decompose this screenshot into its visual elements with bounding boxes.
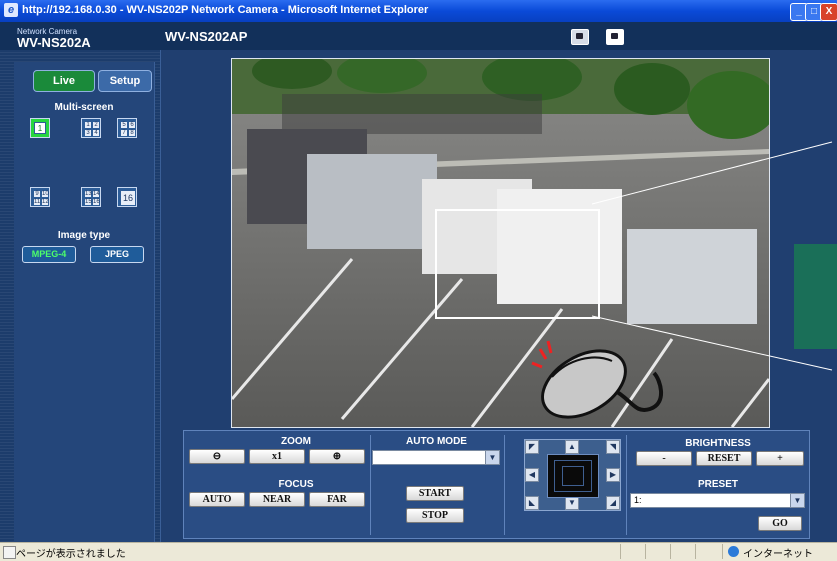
- divider: [722, 544, 723, 559]
- grid-cell: 6: [128, 121, 136, 129]
- auto-mode-select[interactable]: ▼: [372, 450, 500, 465]
- pad-ring: [562, 466, 584, 486]
- preset-select[interactable]: 1: ▼: [630, 493, 805, 508]
- divider: [626, 435, 627, 535]
- image-type-jpeg-button[interactable]: JPEG: [90, 246, 144, 263]
- multiscreen-quad-13-16-button[interactable]: 13 14 15 16: [81, 187, 101, 207]
- grid-cell: 15: [84, 198, 92, 206]
- multiscreen-quad-1-4-button[interactable]: 1 2 3 4: [81, 118, 101, 138]
- auto-mode-start-button[interactable]: START: [406, 486, 464, 501]
- image-type-label: Image type: [57, 230, 111, 241]
- multiscreen-quad-5-8-button[interactable]: 5 6 7 8: [117, 118, 137, 138]
- multiscreen-sixteen-label: 16: [120, 190, 136, 206]
- brightness-minus-button[interactable]: -: [636, 451, 692, 466]
- chevron-down-icon: ▼: [790, 494, 804, 507]
- page-title: WV-NS202AP: [165, 29, 248, 44]
- grid-cell: 1: [84, 121, 92, 129]
- zoom-in-button[interactable]: ⊕: [309, 449, 365, 464]
- ie-icon: e: [4, 3, 18, 17]
- grid-cell: 12: [41, 198, 49, 206]
- grid-cell: 7: [120, 129, 128, 137]
- brightness-plus-button[interactable]: +: [756, 451, 804, 466]
- zoom-region-box: [435, 209, 600, 319]
- grid-cell: 5: [120, 121, 128, 129]
- divider: [695, 544, 696, 559]
- browser-statusbar: ページが表示されました インターネット: [0, 542, 837, 561]
- multiscreen-single-label: 1: [34, 122, 46, 134]
- preset-go-button[interactable]: GO: [758, 516, 802, 531]
- multiscreen-single-button[interactable]: 1: [30, 118, 50, 138]
- focus-label: FOCUS: [278, 479, 314, 490]
- divider: [370, 435, 371, 535]
- camera-control-panel: ZOOM ⊖ x1 ⊕ FOCUS AUTO NEAR FAR AUTO MOD…: [183, 430, 810, 539]
- security-zone-text: インターネット: [743, 549, 813, 560]
- focus-far-button[interactable]: FAR: [309, 492, 365, 507]
- sidebar: Live Setup Multi-screen 1 1 2 3 4 5 6 7 …: [14, 62, 155, 542]
- divider: [670, 544, 671, 559]
- grid-cell: 13: [84, 190, 92, 198]
- focus-auto-button[interactable]: AUTO: [189, 492, 245, 507]
- grid-cell: 4: [92, 129, 100, 137]
- image-type-mpeg4-button[interactable]: MPEG-4: [22, 246, 76, 263]
- zoom-out-button[interactable]: ⊖: [189, 449, 245, 464]
- brand-model: WV-NS202A: [17, 35, 91, 50]
- divider: [620, 544, 621, 559]
- zoom-x1-button[interactable]: x1: [249, 449, 305, 464]
- grid-cell: 3: [84, 129, 92, 137]
- preset-value: 1:: [634, 495, 642, 505]
- grid-cell: 16: [92, 198, 100, 206]
- arrow-right-icon[interactable]: ▶: [606, 468, 620, 482]
- snapshot-icon[interactable]: [571, 29, 589, 45]
- arrow-up-right-icon[interactable]: ◥: [606, 440, 620, 454]
- close-button[interactable]: X: [820, 3, 837, 21]
- page-icon: [3, 546, 16, 559]
- arrow-left-icon[interactable]: ◀: [525, 468, 539, 482]
- arrow-up-icon[interactable]: ▲: [565, 440, 579, 454]
- window-title: http://192.168.0.30 - WV-NS202P Network …: [22, 4, 429, 16]
- zoom-label: ZOOM: [281, 436, 311, 447]
- arrow-down-left-icon[interactable]: ◣: [525, 496, 539, 510]
- multiscreen-quad-9-12-button[interactable]: 9 10 11 12: [30, 187, 50, 207]
- tab-setup[interactable]: Setup: [98, 70, 152, 92]
- chevron-down-icon: ▼: [485, 451, 499, 464]
- page-header: Network Camera WV-NS202A WV-NS202AP: [0, 22, 837, 50]
- callout-lines: [591, 141, 833, 371]
- arrow-up-left-icon[interactable]: ◤: [525, 440, 539, 454]
- grid-cell: 11: [33, 198, 41, 206]
- grid-cell: 8: [128, 129, 136, 137]
- divider: [504, 435, 505, 535]
- brightness-label: BRIGHTNESS: [685, 438, 751, 449]
- pan-tilt-pad[interactable]: ◤ ▲ ◥ ◀ ▶ ◣ ▼ ◢: [524, 439, 621, 511]
- divider: [645, 544, 646, 559]
- camera-icon[interactable]: [606, 29, 624, 45]
- auto-mode-label: AUTO MODE: [406, 436, 467, 447]
- brightness-reset-button[interactable]: RESET: [696, 451, 752, 466]
- grid-cell: 9: [33, 190, 41, 198]
- multiscreen-sixteen-button[interactable]: 16: [117, 187, 137, 207]
- pan-tilt-center[interactable]: [547, 454, 599, 498]
- multiscreen-label: Multi-screen: [54, 102, 114, 113]
- grid-cell: 10: [41, 190, 49, 198]
- arrow-down-right-icon[interactable]: ◢: [606, 496, 620, 510]
- grid-cell: 2: [92, 121, 100, 129]
- window-titlebar: e http://192.168.0.30 - WV-NS202P Networ…: [0, 0, 837, 22]
- auto-mode-stop-button[interactable]: STOP: [406, 508, 464, 523]
- grid-cell: 14: [92, 190, 100, 198]
- tab-live[interactable]: Live: [33, 70, 95, 92]
- status-text: ページが表示されました: [16, 549, 126, 560]
- arrow-down-icon[interactable]: ▼: [565, 496, 579, 510]
- internet-zone-icon: [728, 546, 739, 557]
- focus-near-button[interactable]: NEAR: [249, 492, 305, 507]
- preset-label: PRESET: [697, 479, 738, 490]
